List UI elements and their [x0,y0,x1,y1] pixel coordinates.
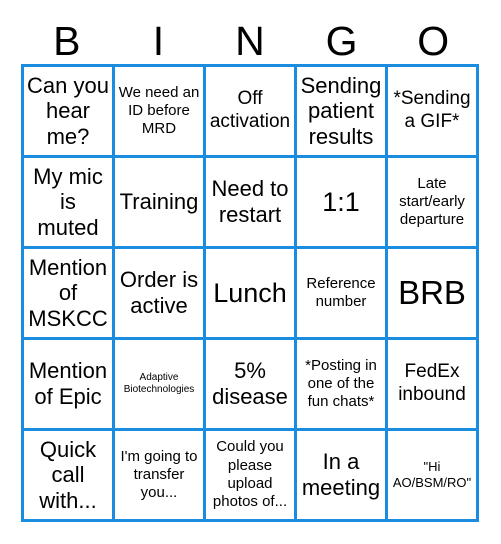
bingo-cell-label: I'm going to transfer you... [120,447,198,502]
bingo-cell-label: 5% disease [212,358,288,409]
bingo-cell-label: BRB [398,273,466,311]
bingo-cell-label: Quick call with... [39,436,97,513]
header-letter-g: G [325,18,358,64]
bingo-cell-r3c3[interactable]: Lunch [206,249,297,340]
bingo-cell-r4c4[interactable]: *Posting in one of the fun chats* [297,340,388,431]
bingo-cell-r5c4[interactable]: In a meeting [297,431,388,522]
bingo-cell-label: FedEx inbound [398,361,466,405]
bingo-cell-label: *Sending a GIF* [393,88,471,132]
header-letter-i: I [152,18,165,64]
bingo-cell-label: Reference number [306,274,376,310]
bingo-cell-label: Mention of MSKCC [28,254,108,331]
bingo-cell-r3c5[interactable]: BRB [388,249,479,340]
header-letter-o: O [417,18,450,64]
bingo-cell-r4c5[interactable]: FedEx inbound [388,340,479,431]
bingo-cell-r1c1[interactable]: Can you hear me? [24,67,115,158]
bingo-cell-label: Off activation [209,88,291,132]
bingo-cell-r1c4[interactable]: Sending patient results [297,67,388,158]
bingo-cell-label: Could you please upload photos of... [212,438,288,511]
bingo-cell-r2c1[interactable]: My mic is muted [24,158,115,249]
bingo-cell-r4c2[interactable]: Adaptive Biotechnologies [115,340,206,431]
bingo-cell-label: Need to restart [211,176,289,227]
bingo-cell-r2c4[interactable]: 1:1 [297,158,388,249]
bingo-cell-r2c2[interactable]: Training [115,158,206,249]
bingo-cell-label: Mention of Epic [28,358,108,409]
bingo-cell-r4c1[interactable]: Mention of Epic [24,340,115,431]
bingo-cell-r2c5[interactable]: Late start/early departure [388,158,479,249]
bingo-cell-r1c2[interactable]: We need an ID before MRD [115,67,206,158]
bingo-cell-label: Late start/early departure [399,174,465,229]
bingo-cell-label: Lunch [213,277,287,308]
bingo-cell-label: 1:1 [322,186,360,217]
bingo-cell-r5c2[interactable]: I'm going to transfer you... [115,431,206,522]
bingo-cell-r2c3[interactable]: Need to restart [206,158,297,249]
bingo-cell-r5c3[interactable]: Could you please upload photos of... [206,431,297,522]
bingo-cell-label: In a meeting [301,449,381,500]
bingo-cell-r1c3[interactable]: Off activation [206,67,297,158]
bingo-cell-r1c5[interactable]: *Sending a GIF* [388,67,479,158]
bingo-cell-r3c2[interactable]: Order is active [115,249,206,340]
bingo-cell-label: My mic is muted [33,163,103,240]
bingo-cell-label: We need an ID before MRD [118,83,200,138]
bingo-cell-label: Order is active [119,267,199,318]
bingo-cell-label: "Hi AO/BSM/RO" [392,458,472,490]
bingo-card: B I N G O Can you hear me? We need an ID … [0,0,501,544]
bingo-cell-label: *Posting in one of the fun chats* [305,356,377,411]
bingo-grid: Can you hear me? We need an ID before MRD… [21,64,479,522]
bingo-header-row: B I N G O [21,18,479,64]
bingo-cell-label: Adaptive Biotechnologies [123,371,195,396]
bingo-cell-label: Training [119,189,199,215]
bingo-cell-label: Can you hear me? [27,72,109,149]
header-letter-b: B [53,18,81,64]
bingo-cell-r3c1[interactable]: Mention of MSKCC [24,249,115,340]
bingo-cell-r3c4[interactable]: Reference number [297,249,388,340]
header-letter-n: N [235,18,265,64]
bingo-cell-label: Sending patient results [300,72,382,149]
bingo-cell-r5c5[interactable]: "Hi AO/BSM/RO" [388,431,479,522]
bingo-cell-r4c3[interactable]: 5% disease [206,340,297,431]
bingo-cell-r5c1[interactable]: Quick call with... [24,431,115,522]
